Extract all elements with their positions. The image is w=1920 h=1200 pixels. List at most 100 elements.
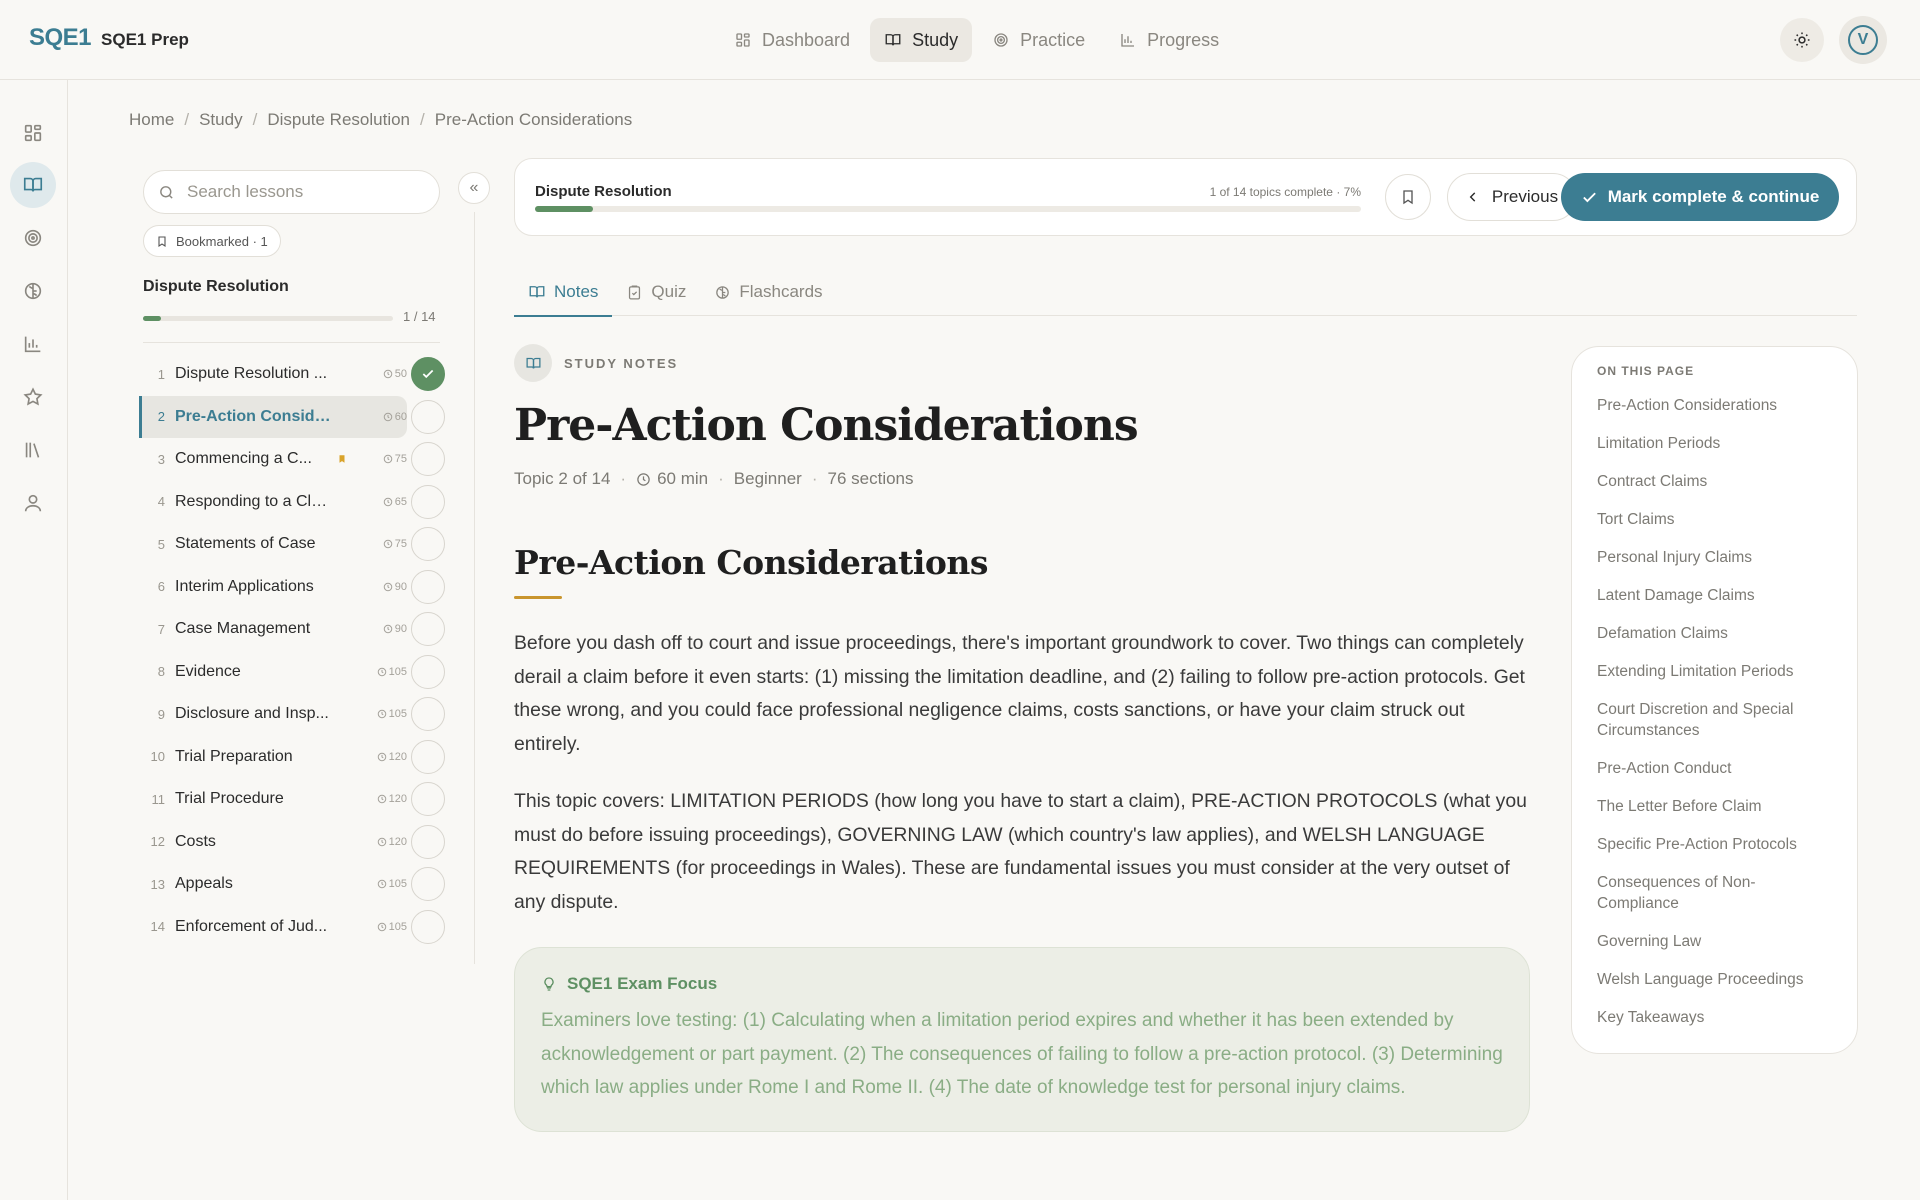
lesson-status-toggle[interactable]	[411, 867, 445, 902]
toc-item[interactable]: The Letter Before Claim	[1597, 796, 1832, 817]
lesson-status-toggle[interactable]	[411, 569, 445, 604]
toc-item[interactable]: Extending Limitation Periods	[1597, 661, 1832, 682]
toc-item[interactable]: Personal Injury Claims	[1597, 547, 1832, 568]
toc-item[interactable]: Welsh Language Proceedings	[1597, 969, 1832, 990]
toc-item[interactable]: Tort Claims	[1597, 509, 1832, 530]
search-box[interactable]	[143, 170, 440, 214]
toc-item[interactable]: Latent Damage Claims	[1597, 585, 1832, 606]
lesson-status-toggle[interactable]	[411, 824, 445, 859]
lesson-item[interactable]: 9 Disclosure and Insp... 105	[139, 693, 445, 736]
clock-icon	[383, 497, 392, 506]
lesson-item[interactable]: 7 Case Management 90	[139, 608, 445, 651]
rail-flashcards[interactable]	[10, 268, 56, 314]
lesson-item[interactable]: 6 Interim Applications 90	[139, 566, 445, 609]
toc-item[interactable]: Key Takeaways	[1597, 1007, 1832, 1028]
topic-meta: Topic 2 of 14 · 60 min · Beginner · 76 s…	[514, 469, 1530, 489]
lesson-item[interactable]: 8 Evidence 105	[139, 651, 445, 694]
rail-dashboard[interactable]	[10, 110, 56, 156]
dashboard-icon	[24, 124, 42, 142]
breadcrumb-current: Pre-Action Considerations	[434, 110, 633, 129]
lesson-item[interactable]: 4 Responding to a Claim 65	[139, 481, 445, 524]
breadcrumb-home[interactable]: Home	[129, 110, 174, 130]
brand[interactable]: SQE1 SQE1 Prep	[29, 24, 189, 52]
toc-item[interactable]: Contract Claims	[1597, 471, 1832, 492]
toc-item[interactable]: Defamation Claims	[1597, 623, 1832, 644]
lesson-item[interactable]: 2 Pre-Action Consider... 60	[139, 395, 445, 439]
lesson-item[interactable]: 11 Trial Procedure 120	[139, 778, 445, 821]
lesson-duration: 105	[357, 708, 407, 720]
collapse-sidebar-button[interactable]: «	[458, 172, 490, 204]
lesson-status-toggle[interactable]	[411, 782, 445, 817]
toc-item[interactable]: Court Discretion and Special Circumstanc…	[1597, 699, 1832, 741]
lesson-item[interactable]: 1 Dispute Resolution ... 50	[139, 353, 445, 396]
theme-toggle-button[interactable]	[1780, 18, 1824, 62]
lesson-item[interactable]: 5 Statements of Case 75	[139, 523, 445, 566]
nav-dashboard[interactable]: Dashboard	[720, 18, 864, 62]
toc-item[interactable]: Pre-Action Conduct	[1597, 758, 1832, 779]
divider	[143, 342, 440, 343]
lesson-status-toggle[interactable]	[411, 612, 445, 647]
lesson-status-toggle[interactable]	[411, 909, 445, 944]
clock-icon	[383, 540, 392, 549]
clock-icon	[377, 880, 386, 889]
lesson-duration: 65	[357, 496, 407, 508]
bookmark-button[interactable]	[1385, 174, 1431, 220]
study-notes-badge	[514, 344, 552, 382]
lesson-status-toggle[interactable]	[411, 484, 445, 519]
search-input[interactable]	[187, 182, 417, 202]
lesson-duration: 60	[357, 411, 407, 423]
avatar[interactable]: V	[1834, 16, 1892, 64]
breadcrumb-dispute-resolution[interactable]: Dispute Resolution	[267, 110, 410, 130]
topic-duration: 60 min	[657, 469, 709, 488]
bookmarked-filter-chip[interactable]: Bookmarked · 1	[143, 225, 281, 257]
mark-complete-button[interactable]: Mark complete & continue	[1561, 173, 1839, 221]
content-tabs: Notes Quiz Flashcards	[514, 268, 1857, 317]
nav-practice[interactable]: Practice	[978, 18, 1099, 62]
tab-notes[interactable]: Notes	[514, 268, 613, 317]
lesson-status-toggle[interactable]	[411, 739, 445, 774]
nav-study[interactable]: Study	[870, 18, 973, 62]
lesson-item[interactable]: 13 Appeals 105	[139, 863, 445, 906]
tab-quiz[interactable]: Quiz	[612, 268, 700, 316]
rail-progress[interactable]	[10, 321, 56, 367]
lesson-status-toggle[interactable]	[411, 527, 445, 562]
lesson-status-toggle[interactable]	[411, 399, 445, 434]
tab-flashcards[interactable]: Flashcards	[700, 268, 836, 316]
lesson-status-toggle[interactable]	[411, 654, 445, 689]
toc-item[interactable]: Pre-Action Considerations	[1597, 395, 1832, 416]
nav-progress[interactable]: Progress	[1105, 18, 1233, 62]
previous-button[interactable]: Previous	[1447, 173, 1577, 221]
page-title: Pre-Action Considerations	[514, 400, 1139, 451]
sidebar-divider	[474, 212, 475, 964]
lesson-title: Costs	[175, 832, 216, 850]
lesson-item[interactable]: 3 Commencing a C... 75	[139, 438, 445, 481]
lesson-duration: 105	[357, 878, 407, 890]
toc-item[interactable]: Governing Law	[1597, 931, 1832, 952]
lesson-title: Responding to a Claim	[175, 492, 335, 510]
lesson-item[interactable]: 14 Enforcement of Jud... 105	[139, 906, 445, 949]
rail-profile[interactable]	[10, 480, 56, 526]
toc-item[interactable]: Consequences of Non-Compliance	[1597, 872, 1832, 914]
clock-icon	[383, 455, 392, 464]
nav-dashboard-label: Dashboard	[762, 29, 851, 50]
bar-chart-icon	[24, 336, 41, 353]
rail-practice[interactable]	[10, 215, 56, 261]
breadcrumb-study[interactable]: Study	[199, 110, 242, 130]
lesson-item[interactable]: 10 Trial Preparation 120	[139, 736, 445, 779]
lesson-status-toggle[interactable]	[411, 697, 445, 732]
rail-study[interactable]	[10, 162, 56, 208]
lesson-status-toggle[interactable]	[411, 442, 445, 477]
rail-library[interactable]	[10, 427, 56, 473]
toc-item[interactable]: Limitation Periods	[1597, 433, 1832, 454]
clock-icon	[637, 472, 650, 486]
toc-item[interactable]: Specific Pre-Action Protocols	[1597, 834, 1832, 855]
lesson-duration-value: 90	[394, 623, 407, 636]
study-notes-label-row: STUDY NOTES	[514, 344, 1530, 382]
study-notes-label: STUDY NOTES	[564, 355, 679, 371]
clock-icon	[383, 582, 392, 591]
exam-focus-body: Examiners love testing: (1) Calculating …	[541, 1010, 1503, 1098]
target-icon	[24, 229, 42, 247]
lesson-item[interactable]: 12 Costs 120	[139, 821, 445, 864]
lesson-status-toggle[interactable]	[411, 357, 445, 392]
rail-favourites[interactable]	[10, 374, 56, 420]
